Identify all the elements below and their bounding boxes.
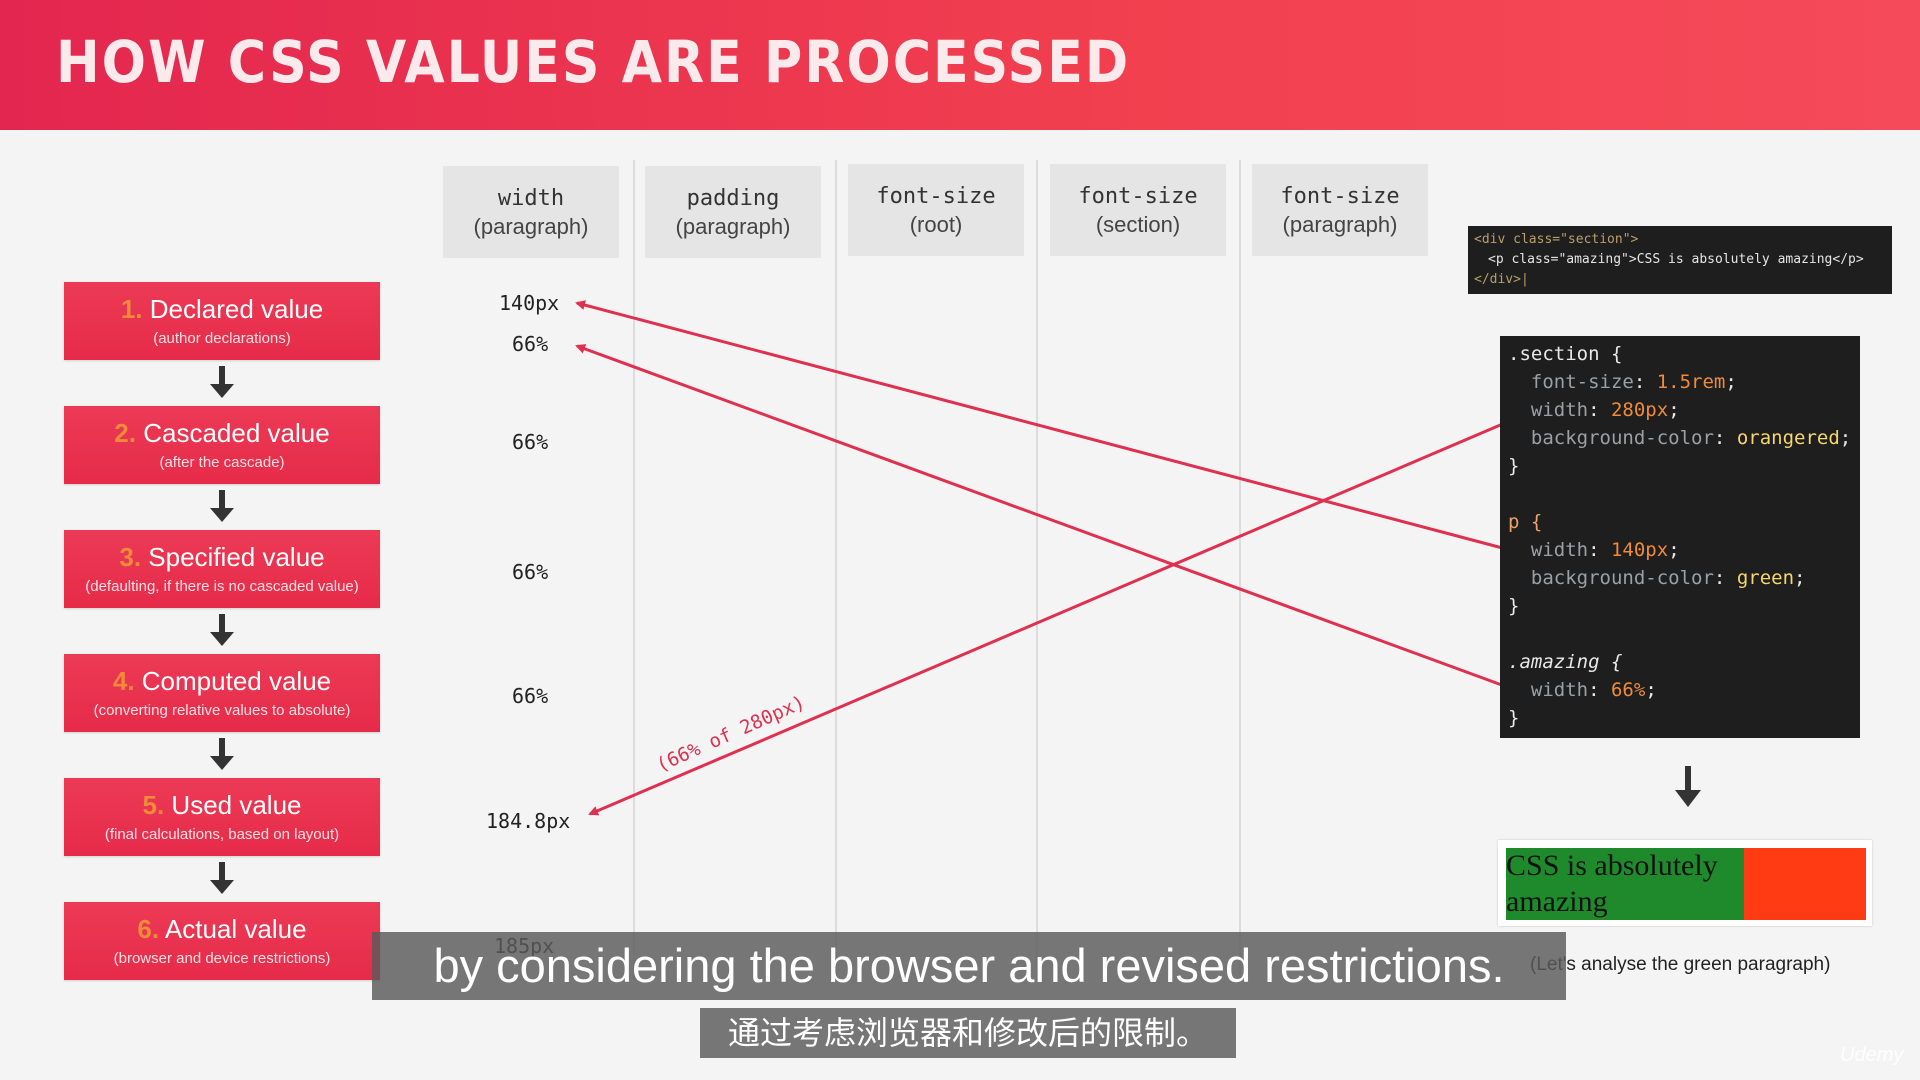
css-value: 140px — [1611, 539, 1668, 561]
css-close-brace: } — [1508, 704, 1852, 732]
arrow-p-width-to-declared — [577, 303, 1510, 550]
rendered-result: CSS is absolutely amazing — [1498, 840, 1872, 926]
brand-watermark: Udemy — [1840, 1044, 1903, 1067]
arrow-section-width-to-used — [590, 420, 1512, 814]
css-close-brace: } — [1508, 592, 1852, 620]
css-prop: width — [1531, 399, 1588, 421]
css-code-snippet: .section { font-size: 1.5rem; width: 280… — [1500, 336, 1860, 738]
css-value: green — [1737, 567, 1794, 589]
css-prop: background-color — [1531, 427, 1714, 449]
subtitle-english: by considering the browser and revised r… — [372, 932, 1566, 1000]
css-section-selector: .section { — [1508, 340, 1852, 368]
html-line-paragraph: <p class="amazing">CSS is absolutely ama… — [1474, 250, 1886, 270]
orangered-section — [1744, 848, 1866, 920]
html-line-div-open: <div class="section"> — [1474, 230, 1886, 250]
css-prop: width — [1531, 679, 1588, 701]
subtitle-chinese: 通过考虑浏览器和修改后的限制。 — [700, 1008, 1236, 1058]
css-close-brace: } — [1508, 452, 1852, 480]
arrow-amazing-width-to-declared — [577, 346, 1510, 688]
css-p-selector: p { — [1508, 508, 1852, 536]
css-value: 280px — [1611, 399, 1668, 421]
annotation-66pct-of-280px: (66% of 280px) — [653, 691, 808, 776]
result-caption: (Let's analyse the green paragraph) — [1530, 954, 1830, 976]
arrow-down-icon — [1674, 766, 1702, 808]
css-prop: width — [1531, 539, 1588, 561]
css-prop: background-color — [1531, 567, 1714, 589]
green-paragraph: CSS is absolutely amazing — [1506, 848, 1744, 920]
html-code-snippet: <div class="section"> <p class="amazing"… — [1468, 226, 1892, 294]
css-value: 1.5rem — [1657, 371, 1726, 393]
html-line-div-close: </div>| — [1474, 270, 1886, 290]
css-amazing-selector: .amazing { — [1508, 648, 1852, 676]
css-value: 66% — [1611, 679, 1645, 701]
css-value: orangered — [1737, 427, 1840, 449]
css-prop: font-size — [1531, 371, 1634, 393]
